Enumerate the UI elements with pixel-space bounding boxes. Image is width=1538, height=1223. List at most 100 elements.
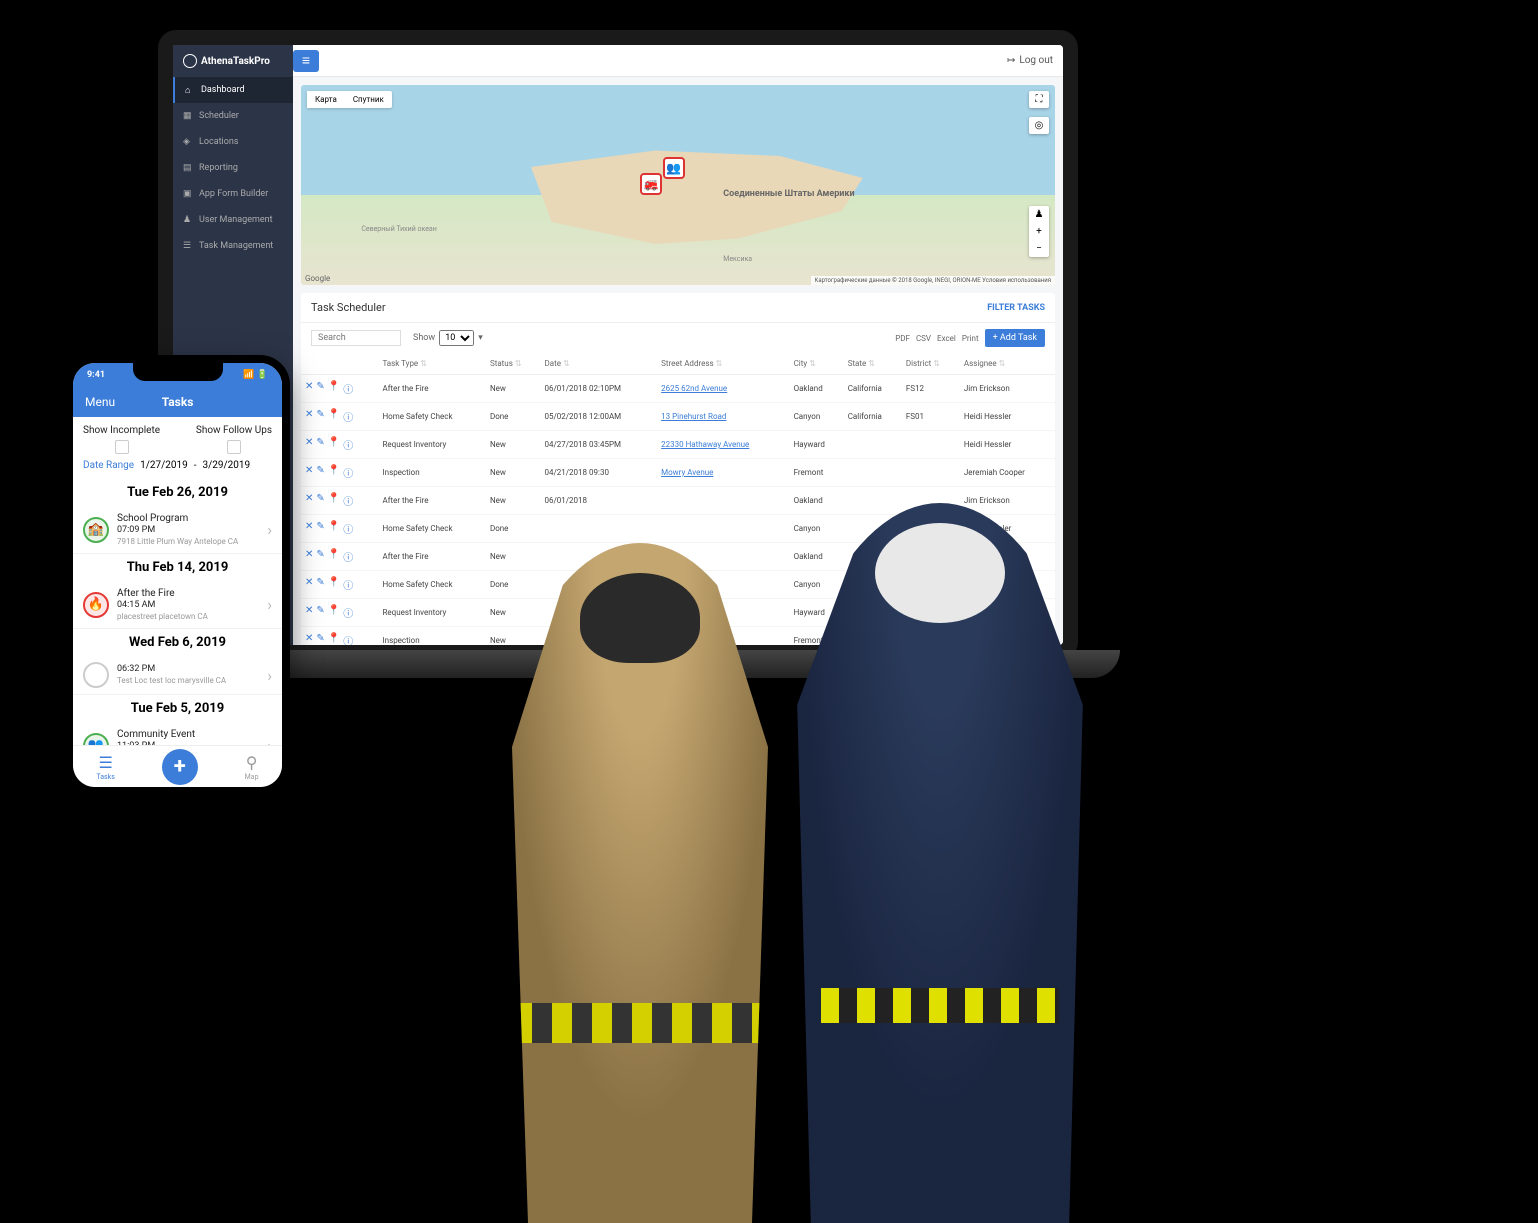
- chevron-right-icon: ›: [267, 736, 272, 745]
- search-input[interactable]: [311, 330, 401, 346]
- menu-button[interactable]: Menu: [85, 395, 115, 409]
- row-actions: ✕ ✎ 📍 ⓘ: [305, 493, 374, 508]
- location-icon[interactable]: 📍: [328, 381, 340, 396]
- map-zoom-in[interactable]: +: [1033, 223, 1045, 240]
- info-icon[interactable]: ⓘ: [343, 633, 353, 645]
- delete-icon[interactable]: ✕: [305, 437, 313, 452]
- address-link[interactable]: Mowry Avenue: [661, 468, 713, 477]
- location-icon[interactable]: 📍: [328, 493, 340, 508]
- add-fab-button[interactable]: +: [162, 749, 198, 785]
- sidebar-item-task-management[interactable]: ☰Task Management: [173, 233, 293, 259]
- map-tab-satellite[interactable]: Спутник: [345, 91, 392, 108]
- task-card[interactable]: 🏫 School Program 07:09 PM 7918 Little Pl…: [73, 506, 282, 554]
- task-card[interactable]: 06:32 PM Test Loc test loc marysville CA…: [73, 656, 282, 695]
- col-header[interactable]: District⇅: [902, 353, 960, 375]
- export-print[interactable]: Print: [962, 334, 979, 343]
- address-link[interactable]: 22330 Hathaway Avenue: [661, 440, 749, 449]
- sidebar-item-user-management[interactable]: ♟User Management: [173, 207, 293, 233]
- nav-tasks[interactable]: ☰ Tasks: [96, 753, 114, 781]
- map-marker-1[interactable]: 🚒: [640, 173, 662, 195]
- chevron-right-icon: ›: [267, 666, 272, 685]
- date-from[interactable]: 1/27/2019: [140, 460, 188, 471]
- edit-icon[interactable]: ✎: [316, 437, 324, 452]
- location-icon[interactable]: 📍: [328, 549, 340, 564]
- delete-icon[interactable]: ✕: [305, 521, 313, 536]
- filter-tasks-button[interactable]: FILTER TASKS: [987, 303, 1045, 313]
- delete-icon[interactable]: ✕: [305, 605, 313, 620]
- delete-icon[interactable]: ✕: [305, 633, 313, 645]
- col-header[interactable]: State⇅: [844, 353, 902, 375]
- location-icon[interactable]: 📍: [328, 437, 340, 452]
- delete-icon[interactable]: ✕: [305, 465, 313, 480]
- col-header[interactable]: Assignee⇅: [960, 353, 1055, 375]
- info-icon[interactable]: ⓘ: [343, 409, 353, 424]
- page-size-select[interactable]: 10: [439, 330, 474, 346]
- info-icon[interactable]: ⓘ: [343, 605, 353, 620]
- export-csv[interactable]: CSV: [916, 334, 931, 343]
- address-link[interactable]: 13 Pinehurst Road: [661, 412, 726, 421]
- edit-icon[interactable]: ✎: [316, 633, 324, 645]
- info-icon[interactable]: ⓘ: [343, 465, 353, 480]
- delete-icon[interactable]: ✕: [305, 381, 313, 396]
- task-time: 06:32 PM: [117, 664, 259, 676]
- col-header[interactable]: Date⇅: [540, 353, 657, 375]
- edit-icon[interactable]: ✎: [316, 577, 324, 592]
- map-marker-2[interactable]: 👥: [663, 157, 685, 179]
- map-location-button[interactable]: ◎: [1029, 117, 1049, 134]
- location-icon[interactable]: 📍: [328, 521, 340, 536]
- edit-icon[interactable]: ✎: [316, 465, 324, 480]
- info-icon[interactable]: ⓘ: [343, 577, 353, 592]
- location-icon[interactable]: 📍: [328, 633, 340, 645]
- sidebar-item-locations[interactable]: ◈Locations: [173, 129, 293, 155]
- export-excel[interactable]: Excel: [937, 334, 956, 343]
- logout-button[interactable]: ↦ Log out: [1007, 55, 1053, 66]
- map-background[interactable]: Соединенные Штаты Америки Мексика Северн…: [301, 85, 1055, 285]
- sidebar-item-app-form-builder[interactable]: ▣App Form Builder: [173, 181, 293, 207]
- delete-icon[interactable]: ✕: [305, 409, 313, 424]
- delete-icon[interactable]: ✕: [305, 549, 313, 564]
- status-time: 9:41: [87, 370, 105, 380]
- map-pegman[interactable]: ♟: [1032, 206, 1047, 223]
- sidebar-item-scheduler[interactable]: ▦Scheduler: [173, 103, 293, 129]
- edit-icon[interactable]: ✎: [316, 493, 324, 508]
- col-header[interactable]: City⇅: [790, 353, 844, 375]
- location-icon[interactable]: 📍: [328, 465, 340, 480]
- export-pdf[interactable]: PDF: [895, 334, 910, 343]
- task-card[interactable]: 🔥 After the Fire 04:15 AM placestreet pl…: [73, 581, 282, 629]
- date-to[interactable]: 3/29/2019: [202, 460, 250, 471]
- edit-icon[interactable]: ✎: [316, 381, 324, 396]
- info-icon[interactable]: ⓘ: [343, 381, 353, 396]
- add-task-button[interactable]: + Add Task: [985, 329, 1045, 347]
- map-zoom-out[interactable]: −: [1033, 240, 1045, 257]
- menu-toggle-button[interactable]: ≡: [293, 50, 319, 72]
- delete-icon[interactable]: ✕: [305, 493, 313, 508]
- edit-icon[interactable]: ✎: [316, 605, 324, 620]
- delete-icon[interactable]: ✕: [305, 577, 313, 592]
- col-header[interactable]: [301, 353, 378, 375]
- info-icon[interactable]: ⓘ: [343, 437, 353, 452]
- task-card[interactable]: 👥 Community Event 11:03 PM awesome loc z…: [73, 722, 282, 745]
- address-link[interactable]: 2625 62nd Avenue: [661, 384, 727, 393]
- sidebar-item-reporting[interactable]: ▤Reporting: [173, 155, 293, 181]
- col-header[interactable]: Status⇅: [486, 353, 541, 375]
- info-icon[interactable]: ⓘ: [343, 549, 353, 564]
- col-header[interactable]: Task Type⇅: [378, 353, 485, 375]
- location-icon[interactable]: 📍: [328, 577, 340, 592]
- phone-task-list[interactable]: Tue Feb 26, 2019🏫 School Program 07:09 P…: [73, 479, 282, 745]
- sidebar-item-dashboard[interactable]: ⌂Dashboard: [173, 77, 293, 103]
- show-incomplete-checkbox[interactable]: [115, 440, 129, 454]
- nav-map[interactable]: ⚲ Map: [245, 753, 259, 781]
- phone-notch: [133, 363, 223, 381]
- map-tab-map[interactable]: Карта: [307, 91, 345, 108]
- info-icon[interactable]: ⓘ: [343, 493, 353, 508]
- info-icon[interactable]: ⓘ: [343, 521, 353, 536]
- edit-icon[interactable]: ✎: [316, 409, 324, 424]
- edit-icon[interactable]: ✎: [316, 521, 324, 536]
- location-icon[interactable]: 📍: [328, 605, 340, 620]
- map-panel[interactable]: Карта Спутник Соединенные Штаты Америки …: [301, 85, 1055, 285]
- map-fullscreen-button[interactable]: ⛶: [1029, 91, 1049, 108]
- show-followups-checkbox[interactable]: [227, 440, 241, 454]
- location-icon[interactable]: 📍: [328, 409, 340, 424]
- col-header[interactable]: Street Address⇅: [657, 353, 789, 375]
- edit-icon[interactable]: ✎: [316, 549, 324, 564]
